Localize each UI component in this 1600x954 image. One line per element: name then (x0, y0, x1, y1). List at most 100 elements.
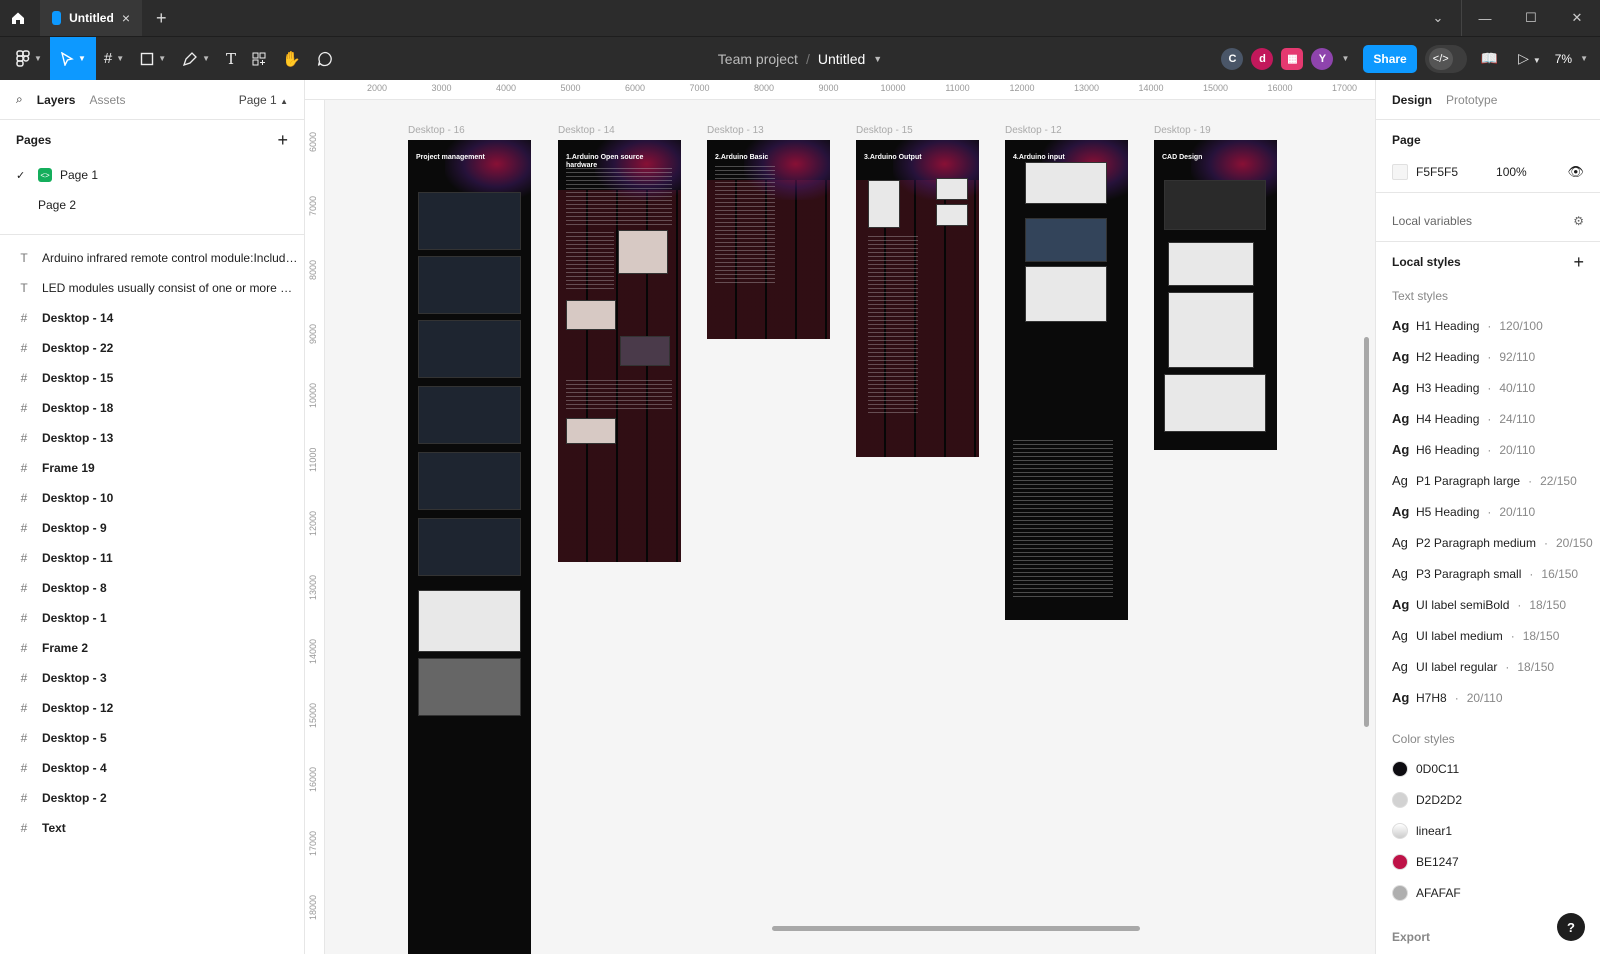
page-selector[interactable]: Page 1 ▲ (239, 93, 288, 107)
color-style-item[interactable]: D2D2D2 (1392, 784, 1584, 815)
library-icon[interactable]: 📖 (1475, 50, 1504, 67)
layer-item[interactable]: # Desktop - 2 (0, 783, 304, 813)
page-item[interactable]: Page 2 (0, 190, 304, 220)
chevron-down-icon[interactable]: ⌄ (1415, 10, 1461, 26)
help-button[interactable]: ? (1557, 913, 1585, 941)
page-color-swatch[interactable] (1392, 164, 1408, 180)
move-tool[interactable]: ▼ (49, 36, 96, 81)
text-style-item[interactable]: Ag H6 Heading · 20/110 (1392, 434, 1584, 465)
maximize-icon[interactable]: ☐ (1508, 10, 1554, 26)
layer-item[interactable]: # Frame 19 (0, 453, 304, 483)
add-style-button[interactable]: + (1573, 252, 1584, 273)
shape-tool[interactable]: ▼ (132, 37, 174, 81)
frame-tool[interactable]: # ▼ (96, 37, 132, 81)
layer-item[interactable]: # Desktop - 12 (0, 693, 304, 723)
comment-tool[interactable] (309, 37, 341, 81)
layer-item[interactable]: # Desktop - 1 (0, 603, 304, 633)
layer-item[interactable]: # Frame 2 (0, 633, 304, 663)
artboard-label[interactable]: Desktop - 16 (408, 125, 465, 136)
adjust-icon[interactable]: ⚙ (1573, 214, 1584, 228)
resources-tool[interactable] (244, 37, 274, 81)
text-style-item[interactable]: Ag H1 Heading · 120/100 (1392, 310, 1584, 341)
text-style-item[interactable]: Ag UI label semiBold · 18/150 (1392, 589, 1584, 620)
chevron-down-icon[interactable]: ▼ (1580, 54, 1588, 63)
color-style-item[interactable]: AFAFAF (1392, 877, 1584, 908)
text-style-item[interactable]: Ag UI label medium · 18/150 (1392, 620, 1584, 651)
vertical-scrollbar[interactable] (1364, 337, 1369, 727)
layer-item[interactable]: # Desktop - 13 (0, 423, 304, 453)
layer-item[interactable]: # Desktop - 4 (0, 753, 304, 783)
local-variables-row[interactable]: Local variables ⚙ (1392, 201, 1584, 241)
page-item[interactable]: ✓ <> Page 1 (0, 160, 304, 190)
artboard-label[interactable]: Desktop - 12 (1005, 125, 1062, 136)
artboard-desktop-13[interactable]: 2.Arduino Basic (707, 140, 830, 339)
hand-tool[interactable]: ✋ (274, 37, 309, 81)
tab-assets[interactable]: Assets (89, 93, 125, 107)
text-tool[interactable]: T (218, 37, 244, 81)
layer-item[interactable]: # Desktop - 5 (0, 723, 304, 753)
text-style-item[interactable]: Ag H3 Heading · 40/110 (1392, 372, 1584, 403)
chevron-down-icon[interactable]: ▼ (873, 54, 882, 64)
text-style-item[interactable]: Ag P1 Paragraph large · 22/150 (1392, 465, 1584, 496)
dev-mode-toggle[interactable]: </> (1424, 44, 1467, 73)
artboard-desktop-19[interactable]: CAD Design (1154, 140, 1277, 450)
color-style-item[interactable]: linear1 (1392, 815, 1584, 846)
search-icon[interactable]: ⌕ (16, 92, 23, 107)
home-icon[interactable] (0, 0, 36, 36)
layer-item[interactable]: # Text (0, 813, 304, 843)
page-color-value[interactable]: F5F5F5 (1416, 165, 1458, 179)
tab-design[interactable]: Design (1392, 93, 1432, 107)
avatar[interactable]: ▦ (1281, 47, 1304, 70)
layer-item[interactable]: # Desktop - 18 (0, 393, 304, 423)
file-tab[interactable]: Untitled × (40, 0, 142, 36)
layer-item[interactable]: # Desktop - 22 (0, 333, 304, 363)
avatar[interactable]: Y (1311, 47, 1334, 70)
horizontal-scrollbar[interactable] (772, 926, 1140, 931)
tab-prototype[interactable]: Prototype (1446, 93, 1497, 107)
layer-item[interactable]: # Desktop - 3 (0, 663, 304, 693)
color-style-item[interactable]: 0D0C11 (1392, 753, 1584, 784)
main-menu-button[interactable]: ▼ (8, 37, 50, 81)
eye-icon[interactable]: 👁 (1567, 164, 1584, 180)
canvas[interactable]: 2000 3000 4000 5000 6000 7000 8000 9000 10000 110… (305, 80, 1375, 954)
text-style-item[interactable]: Ag UI label regular · 18/150 (1392, 651, 1584, 682)
export-section-title[interactable]: Export (1392, 930, 1430, 944)
artboard-desktop-12[interactable]: 4.Arduino input (1005, 140, 1128, 620)
text-style-item[interactable]: Ag H4 Heading · 24/110 (1392, 403, 1584, 434)
color-style-item[interactable]: BE1247 (1392, 846, 1584, 877)
text-style-item[interactable]: Ag H7H8 · 20/110 (1392, 682, 1584, 713)
avatar[interactable]: C (1221, 47, 1244, 70)
artboard-label[interactable]: Desktop - 19 (1154, 125, 1211, 136)
layer-item[interactable]: T Arduino infrared remote control module:… (0, 243, 304, 273)
layer-item[interactable]: # Desktop - 8 (0, 573, 304, 603)
layer-item[interactable]: # Desktop - 15 (0, 363, 304, 393)
page-opacity-value[interactable]: 100% (1496, 165, 1527, 179)
artboard-desktop-16[interactable]: Project management (408, 140, 531, 954)
avatar[interactable]: d (1251, 47, 1274, 70)
new-tab-icon[interactable]: + (156, 8, 167, 29)
share-button[interactable]: Share (1363, 44, 1417, 73)
layer-item[interactable]: T LED modules usually consist of one or m… (0, 273, 304, 303)
artboard-desktop-15[interactable]: 3.Arduino Output (856, 140, 979, 457)
text-style-item[interactable]: Ag H2 Heading · 92/110 (1392, 341, 1584, 372)
page-fill-row[interactable]: F5F5F5 100% 👁 (1392, 160, 1584, 184)
layer-item[interactable]: # Desktop - 10 (0, 483, 304, 513)
text-style-item[interactable]: Ag P3 Paragraph small · 16/150 (1392, 558, 1584, 589)
close-window-icon[interactable]: ✕ (1554, 10, 1600, 26)
team-name[interactable]: Team project (718, 51, 798, 67)
text-style-item[interactable]: Ag H5 Heading · 20/110 (1392, 496, 1584, 527)
layer-item[interactable]: # Desktop - 9 (0, 513, 304, 543)
present-icon[interactable]: ▷ ▼ (1512, 50, 1547, 67)
close-tab-icon[interactable]: × (122, 10, 130, 26)
text-style-item[interactable]: Ag P2 Paragraph medium · 20/150 (1392, 527, 1593, 558)
chevron-down-icon[interactable]: ▼ (1341, 54, 1349, 63)
minimize-icon[interactable]: — (1462, 11, 1508, 26)
tab-layers[interactable]: Layers (37, 93, 76, 107)
add-page-button[interactable]: + (277, 130, 288, 151)
artboard-label[interactable]: Desktop - 15 (856, 125, 913, 136)
artboard-label[interactable]: Desktop - 14 (558, 125, 615, 136)
file-name[interactable]: Untitled (818, 51, 865, 67)
layer-item[interactable]: # Desktop - 14 (0, 303, 304, 333)
zoom-level[interactable]: 7% (1555, 52, 1572, 66)
layer-item[interactable]: # Desktop - 11 (0, 543, 304, 573)
